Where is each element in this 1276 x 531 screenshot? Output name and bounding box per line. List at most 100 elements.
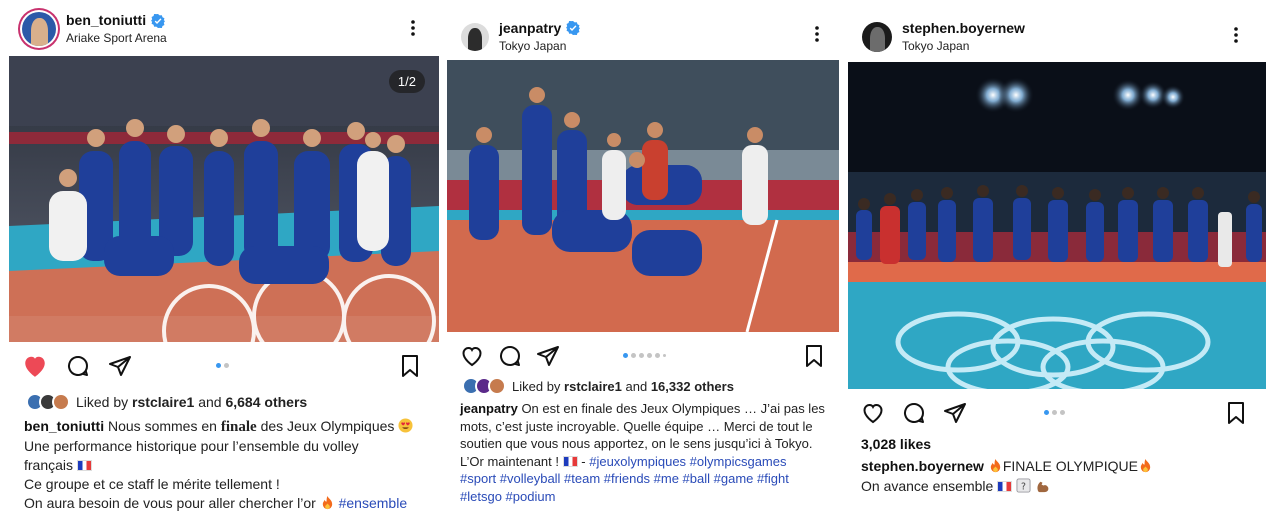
more-icon[interactable] <box>1224 23 1248 47</box>
france-flag-icon <box>76 460 92 471</box>
caption-text: Nous sommes en <box>108 418 217 434</box>
liked-by-user[interactable]: rstclaire1 <box>132 394 194 410</box>
liked-by-user[interactable]: rstclaire1 <box>564 379 622 394</box>
france-flag-icon <box>562 455 578 467</box>
bookmark-icon[interactable] <box>801 343 827 369</box>
liked-avatars <box>462 377 506 395</box>
caption-text: français <box>24 457 74 473</box>
more-icon[interactable] <box>401 16 425 40</box>
avatar <box>52 393 70 411</box>
likes-count[interactable]: 3,028 likes <box>861 436 931 452</box>
caption-text: - <box>581 453 586 469</box>
caption-text: mots, c’est juste incroyable. Quelle équ… <box>460 418 813 434</box>
post-header: stephen.boyernew Tokyo Japan <box>862 20 1276 53</box>
caption-username[interactable]: ben_toniutti <box>24 418 104 434</box>
liked-avatars <box>26 393 70 411</box>
bookmark-icon[interactable] <box>397 353 423 379</box>
carousel-indicator <box>216 363 229 368</box>
username[interactable]: ben_toniutti <box>66 12 146 29</box>
share-icon[interactable] <box>535 343 561 369</box>
location-link[interactable]: Ariake Sport Arena <box>66 31 167 45</box>
comment-icon[interactable] <box>901 400 927 426</box>
post-header-names: ben_toniutti Ariake Sport Arena <box>66 12 167 45</box>
caption-text: L’Or maintenant ! <box>460 453 559 469</box>
caption-text: finale <box>220 419 257 435</box>
liked-others-count[interactable]: 16,332 others <box>651 379 734 394</box>
verified-icon <box>151 13 166 28</box>
caption-text: Ce groupe et ce staff le mérite tellemen… <box>24 476 280 492</box>
liked-and-label: and <box>198 394 222 410</box>
hashtag-link[interactable]: #letsgo #podium <box>460 488 825 506</box>
carousel-dot <box>1044 410 1049 415</box>
hashtag-link[interactable]: #sport #volleyball #team #friends #me #b… <box>460 470 825 488</box>
fire-emoji-icon <box>1140 458 1151 473</box>
post-card-jeanpatry: jeanpatry Tokyo Japan Liked by rstclaire… <box>443 0 847 531</box>
post-header: ben_toniutti Ariake Sport Arena <box>22 12 443 46</box>
media-counter-badge: 1/2 <box>388 70 425 93</box>
post-header: jeanpatry Tokyo Japan <box>461 20 847 53</box>
location-link[interactable]: Tokyo Japan <box>499 39 580 53</box>
carousel-dot <box>224 363 229 368</box>
verified-icon <box>566 21 581 36</box>
bookmark-icon[interactable] <box>1223 400 1249 426</box>
heart-icon[interactable] <box>860 400 886 426</box>
carousel-dot <box>631 353 636 358</box>
username[interactable]: stephen.boyernew <box>902 20 1025 37</box>
avatar[interactable] <box>461 22 489 51</box>
post-caption: ben_toniutti Nous sommes en finale des J… <box>24 417 413 513</box>
post-card-stephen-boyernew: stephen.boyernew Tokyo Japan 3,028 likes… <box>847 0 1276 531</box>
liked-and-label: and <box>625 378 648 394</box>
action-bar <box>847 400 1276 426</box>
fire-emoji-icon <box>322 495 332 510</box>
heart-eyes-emoji-icon <box>398 418 413 433</box>
caption-username[interactable]: stephen.boyernew <box>861 458 984 474</box>
carousel-dot <box>639 353 644 358</box>
share-icon[interactable] <box>107 353 133 379</box>
post-header-names: stephen.boyernew Tokyo Japan <box>902 20 1025 53</box>
hashtag-link[interactable]: #ensemble <box>339 495 408 511</box>
liked-by-row[interactable]: Liked by rstclaire1 and 16,332 others <box>462 377 734 395</box>
caption-text: On avance ensemble <box>861 478 994 494</box>
caption-text: FINALE OLYMPIQUE <box>1002 458 1138 474</box>
comment-icon[interactable] <box>497 343 523 369</box>
post-header-names: jeanpatry Tokyo Japan <box>499 20 581 53</box>
avatar[interactable] <box>22 12 56 46</box>
carousel-dot <box>663 354 666 357</box>
comment-icon[interactable] <box>65 353 91 379</box>
liked-by-label: Liked by <box>76 394 129 410</box>
more-icon[interactable] <box>805 22 829 46</box>
caption-text: Une performance historique pour l’ensemb… <box>24 438 359 454</box>
post-image[interactable] <box>848 62 1266 389</box>
carousel-dot <box>655 353 660 358</box>
liked-by-row[interactable]: Liked by rstclaire1 and 6,684 others <box>26 393 307 411</box>
username[interactable]: jeanpatry <box>499 20 561 37</box>
flexed-biceps-icon <box>1037 481 1049 493</box>
action-bar <box>0 353 443 379</box>
avatar[interactable] <box>862 21 892 52</box>
post-caption: jeanpatry On est en finale des Jeux Olym… <box>460 400 825 505</box>
caption-text: soutien que vous nous apportez, on le se… <box>460 436 813 451</box>
heart-icon[interactable] <box>22 353 48 379</box>
share-icon[interactable] <box>942 400 968 426</box>
carousel-dot <box>216 363 221 368</box>
caption-username[interactable]: jeanpatry <box>460 401 518 416</box>
post-image[interactable] <box>447 60 839 332</box>
svg-text:?: ? <box>1021 481 1026 492</box>
carousel-dot <box>1060 410 1065 415</box>
liked-others-count[interactable]: 6,684 others <box>225 394 307 410</box>
hashtag-link[interactable]: #jeuxolympiques #olympicsgames <box>589 454 786 469</box>
carousel-indicator <box>1044 410 1065 415</box>
liked-by-label: Liked by <box>512 378 561 394</box>
carousel-dot <box>647 353 652 358</box>
avatar <box>488 377 506 395</box>
caption-text: On est en finale des Jeux Olympiques … J… <box>521 401 825 416</box>
location-link[interactable]: Tokyo Japan <box>902 39 1025 53</box>
post-image[interactable]: 1/2 <box>9 56 439 342</box>
france-flag-icon <box>997 481 1013 492</box>
action-bar <box>443 343 847 369</box>
fire-emoji-icon <box>990 458 1000 473</box>
caption-text: des Jeux Olympiques <box>260 418 395 434</box>
carousel-dot <box>1052 410 1057 415</box>
heart-icon[interactable] <box>459 343 485 369</box>
carousel-indicator <box>623 353 666 358</box>
